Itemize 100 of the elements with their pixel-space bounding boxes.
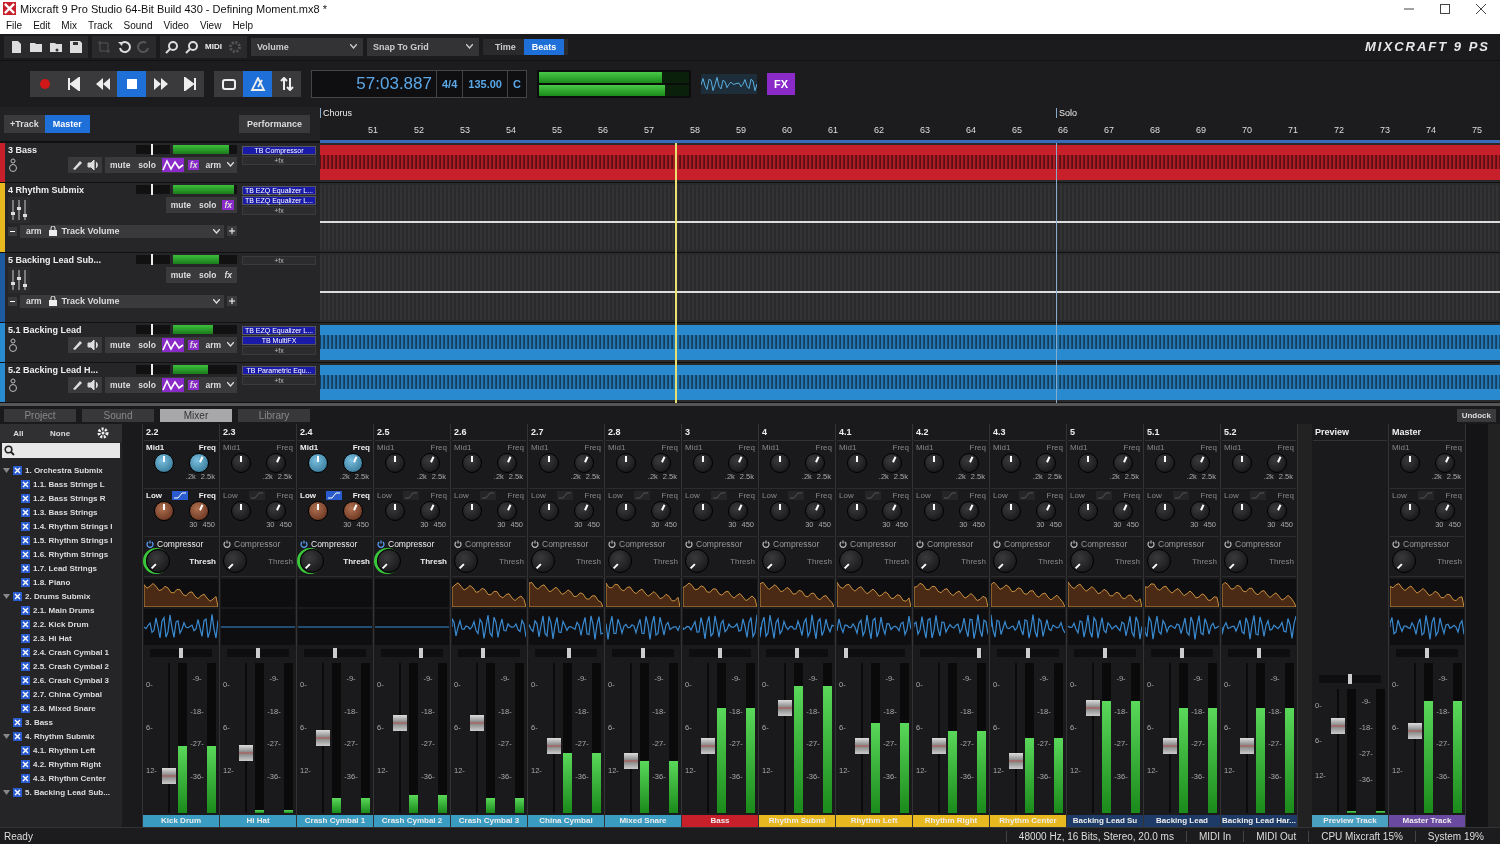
volume-slider[interactable]	[136, 255, 170, 265]
low-gain-knob[interactable]	[1077, 501, 1098, 521]
power-icon[interactable]	[1392, 540, 1400, 548]
envelope-icon[interactable]	[161, 337, 184, 352]
shelf-toggle-icon[interactable]	[634, 491, 651, 500]
mid-freq-knob[interactable]	[188, 453, 209, 473]
power-icon[interactable]	[223, 540, 231, 548]
power-icon[interactable]	[531, 540, 539, 548]
threshold-knob[interactable]	[608, 549, 632, 573]
low-freq-knob[interactable]	[342, 501, 363, 521]
speaker-icon[interactable]	[87, 338, 100, 351]
mid-freq-knob[interactable]	[650, 453, 671, 473]
channel-name-label[interactable]: Backing Lead	[1144, 815, 1220, 828]
tree-item[interactable]: 5. Backing Lead Sub...	[25, 787, 110, 797]
channel-name-label[interactable]: Bass	[682, 815, 758, 828]
expand-caret-icon[interactable]	[3, 789, 10, 795]
threshold-knob[interactable]	[993, 549, 1017, 573]
menu-item[interactable]: Sound	[123, 20, 153, 32]
low-gain-knob[interactable]	[615, 501, 636, 521]
power-icon[interactable]	[454, 540, 462, 548]
tree-item[interactable]: 1.7. Lead Strings	[33, 563, 98, 573]
mute-button[interactable]: mute	[108, 159, 133, 170]
pencil-icon[interactable]	[71, 158, 84, 171]
tree-item[interactable]: 2.8. Mixed Snare	[33, 703, 96, 713]
automation-line[interactable]	[320, 290, 1500, 293]
low-freq-knob[interactable]	[881, 501, 902, 521]
checkbox[interactable]	[21, 759, 30, 769]
mute-button[interactable]: mute	[168, 269, 193, 280]
pan-slider[interactable]	[1319, 675, 1381, 683]
mid-gain-knob[interactable]	[461, 453, 482, 473]
collapse-icon[interactable]	[8, 296, 17, 306]
tree-item[interactable]: 2.4. Crash Cymbal 1	[33, 647, 110, 657]
mid-freq-knob[interactable]	[1035, 453, 1056, 473]
solo-button[interactable]: solo	[136, 339, 158, 350]
power-icon[interactable]	[300, 540, 308, 548]
speaker-icon[interactable]	[87, 158, 100, 171]
pan-slider[interactable]	[1228, 649, 1290, 657]
expand-caret-icon[interactable]	[3, 467, 10, 473]
tree-item[interactable]: 3. Bass	[25, 717, 54, 727]
metronome-button[interactable]	[243, 70, 272, 97]
tree-item[interactable]: 1.3. Bass Strings	[33, 507, 98, 517]
scrollbar[interactable]	[1488, 424, 1500, 828]
low-freq-knob[interactable]	[188, 501, 209, 521]
low-freq-knob[interactable]	[650, 501, 671, 521]
threshold-knob[interactable]	[454, 549, 478, 573]
checkbox[interactable]	[21, 563, 30, 573]
pan-slider[interactable]	[458, 649, 520, 657]
expand-caret-icon[interactable]	[3, 593, 10, 599]
maximize-icon[interactable]	[1440, 3, 1450, 14]
time-signature[interactable]: 4/4	[436, 70, 463, 97]
mid-freq-knob[interactable]	[265, 453, 286, 473]
track-name[interactable]: 4 Rhythm Submix	[8, 184, 94, 195]
low-gain-knob[interactable]	[307, 501, 328, 521]
track-name[interactable]: 5 Backing Lead Sub...	[8, 254, 102, 265]
tree-item[interactable]: 1.6. Rhythm Strings	[33, 549, 109, 559]
arm-button[interactable]: arm	[203, 339, 223, 350]
checkbox[interactable]	[21, 773, 30, 783]
tree-item[interactable]: 1.8. Piano	[33, 577, 71, 587]
mid-freq-knob[interactable]	[342, 453, 363, 473]
checkbox[interactable]	[13, 787, 22, 797]
key-display[interactable]: C	[506, 70, 526, 97]
low-gain-knob[interactable]	[923, 501, 944, 521]
caret-icon[interactable]	[227, 342, 234, 348]
low-freq-knob[interactable]	[958, 501, 979, 521]
tree-item[interactable]: 2.2. Kick Drum	[33, 619, 89, 629]
threshold-knob[interactable]	[146, 549, 170, 573]
threshold-knob[interactable]	[1070, 549, 1094, 573]
pan-slider[interactable]	[381, 649, 443, 657]
checkbox[interactable]	[21, 647, 30, 657]
mid-freq-knob[interactable]	[804, 453, 825, 473]
pan-slider[interactable]	[535, 649, 597, 657]
shelf-toggle-icon[interactable]	[249, 491, 266, 500]
arm-button[interactable]: arm	[203, 159, 223, 170]
menu-item[interactable]: Track	[87, 20, 113, 32]
mid-freq-knob[interactable]	[1112, 453, 1133, 473]
shelf-toggle-icon[interactable]	[1418, 491, 1435, 500]
low-freq-knob[interactable]	[265, 501, 286, 521]
record-arm-icon[interactable]	[8, 157, 18, 172]
low-gain-knob[interactable]	[769, 501, 790, 521]
channel-name-label[interactable]: Master Track	[1389, 815, 1465, 828]
power-icon[interactable]	[993, 540, 1001, 548]
mixer-icon[interactable]	[8, 266, 30, 293]
mid-freq-knob[interactable]	[1266, 453, 1287, 473]
volume-slider[interactable]	[136, 365, 170, 375]
mid-gain-knob[interactable]	[1000, 453, 1021, 473]
tree-item[interactable]: 2.5. Crash Cymbal 2	[33, 661, 110, 671]
add-lane-icon[interactable]	[227, 296, 237, 307]
add-lane-icon[interactable]	[227, 226, 237, 237]
timeline-ruler[interactable]: Chorus 51 52 53 54 55 56 57 58 59 60 61 62 63 64 65 Solo 66 67 68 69 70 71 72 73 74 75	[320, 106, 1500, 143]
pan-slider[interactable]	[689, 649, 751, 657]
time-mode-toggle[interactable]: Time	[486, 38, 524, 55]
automation-line[interactable]	[320, 220, 1500, 223]
tree-item[interactable]: 2.6. Crash Cymbal 3	[33, 675, 110, 685]
solo-button[interactable]: solo	[196, 269, 219, 280]
low-gain-knob[interactable]	[461, 501, 482, 521]
undock-button[interactable]: Undock	[1456, 408, 1496, 422]
shelf-toggle-icon[interactable]	[865, 491, 882, 500]
solo-button[interactable]: solo	[136, 159, 158, 170]
checkbox[interactable]	[21, 745, 30, 755]
low-freq-knob[interactable]	[496, 501, 517, 521]
